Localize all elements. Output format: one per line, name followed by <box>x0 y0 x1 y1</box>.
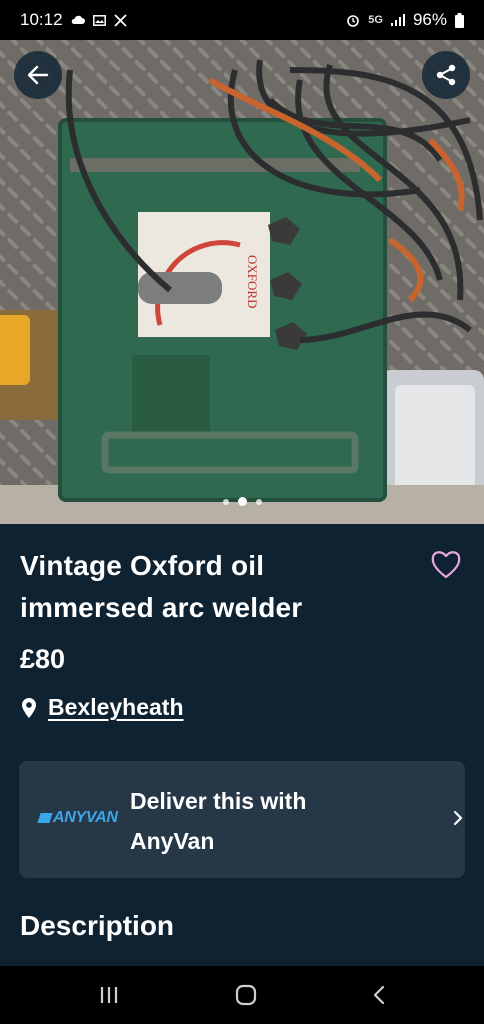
status-right: 5G 96% <box>346 10 464 30</box>
arrow-left-icon <box>27 65 49 85</box>
listing-photo[interactable]: OXFORD <box>0 40 484 524</box>
back-nav-icon[interactable] <box>372 984 386 1006</box>
location-pin-icon <box>22 697 36 718</box>
anyvan-mark-icon <box>37 813 53 823</box>
gallery-dot[interactable] <box>255 498 262 505</box>
location-link[interactable]: Bexleyheath <box>48 694 184 721</box>
chevron-right-icon <box>453 810 463 826</box>
share-icon <box>436 64 456 86</box>
photo-gallery[interactable]: OXFORD <box>0 40 484 524</box>
status-left: 10:12 <box>20 10 127 30</box>
recent-apps-icon[interactable] <box>98 985 120 1005</box>
5g-icon: 5G <box>368 14 383 26</box>
battery-icon <box>455 12 464 28</box>
gallery-pagination <box>0 497 484 506</box>
favorite-button[interactable] <box>428 546 464 582</box>
gallery-icon <box>92 14 106 26</box>
listing-title: Vintage Oxford oil immersed arc welder <box>20 550 303 623</box>
svg-text:OXFORD: OXFORD <box>245 255 260 308</box>
back-button[interactable] <box>14 51 62 99</box>
battery-percent: 96% <box>412 10 447 29</box>
status-bar: 10:12 5G 96% <box>0 0 484 40</box>
status-time: 10:12 <box>20 10 63 29</box>
anyvan-delivery-card[interactable]: ANYVAN Deliver this with AnyVan <box>19 761 465 878</box>
gallery-dot-active[interactable] <box>237 497 247 506</box>
signal-icon <box>390 14 405 26</box>
cloud-icon <box>71 15 85 24</box>
alarm-icon <box>347 15 360 27</box>
listing-location[interactable]: Bexleyheath <box>20 694 184 721</box>
delivery-text: Deliver this with AnyVan <box>130 788 307 854</box>
home-icon[interactable] <box>235 984 257 1006</box>
heart-icon <box>431 551 461 579</box>
share-button[interactable] <box>422 51 470 99</box>
android-nav-bar <box>0 966 484 1024</box>
gallery-dot[interactable] <box>222 498 229 505</box>
anyvan-logo: ANYVAN <box>37 809 118 827</box>
listing-price: £80 <box>20 644 66 674</box>
anyvan-logo-text: ANYVAN <box>53 809 118 826</box>
description-heading: Description <box>20 910 175 941</box>
tools-icon <box>113 13 127 27</box>
